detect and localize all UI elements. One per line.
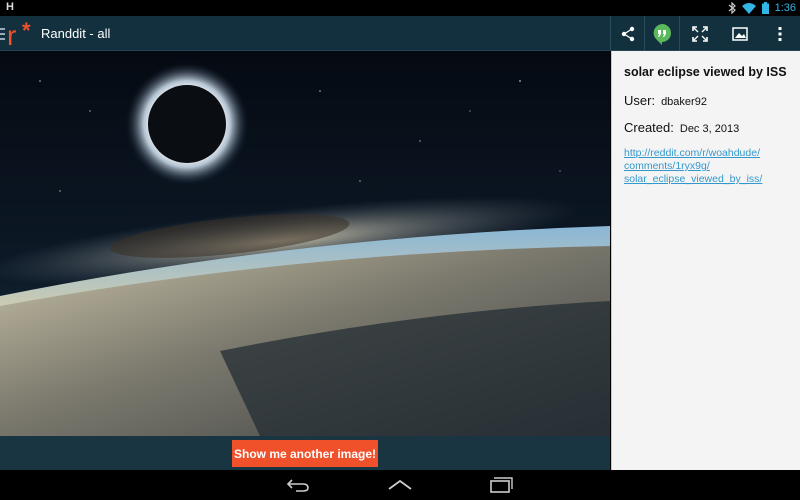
share-button[interactable] [610,16,644,51]
svg-text:*: * [22,18,31,43]
action-bar: r * Randdit - all [0,16,800,51]
home-icon [388,479,412,490]
user-value: dbaker92 [661,96,707,108]
app-title: Randdit - all [41,26,111,41]
recents-button[interactable] [481,470,521,500]
user-row: User: dbaker92 [624,93,800,108]
eclipse-photo[interactable] [0,51,610,436]
overflow-menu-button[interactable] [768,16,792,51]
bluetooth-icon [728,2,736,14]
share-icon [621,26,634,41]
user-label: User: [624,93,656,108]
fullscreen-icon [692,25,708,42]
created-row: Created: Dec 3, 2013 [624,120,800,135]
wifi-icon [741,2,756,14]
app-logo[interactable]: r * [0,16,40,51]
back-button[interactable] [278,470,318,500]
post-link-line-3: solar_eclipse_viewed_by_iss/ [624,173,763,185]
post-link-line-2: comments/1ryx9g/ [624,160,710,172]
post-link[interactable]: http://reddit.com/r/woahdude/ comments/1… [624,147,800,186]
post-info-panel: solar eclipse viewed by ISS User: dbaker… [611,51,800,470]
post-title: solar eclipse viewed by ISS [624,65,787,79]
created-label: Created: [624,120,674,135]
fullscreen-button[interactable] [686,16,714,51]
post-link-line-1: http://reddit.com/r/woahdude/ [624,147,760,159]
gallery-icon [732,26,748,41]
svg-text:r: r [7,20,16,51]
created-value: Dec 3, 2013 [679,123,740,135]
home-button[interactable] [380,470,420,500]
hangouts-button[interactable] [644,16,680,51]
system-nav-bar [0,470,800,500]
image-viewer [0,51,610,470]
battery-icon [761,2,769,14]
overflow-menu-icon [778,26,782,41]
recents-icon [490,477,513,493]
show-another-image-button[interactable]: Show me another image! [232,440,378,467]
hangouts-icon [653,23,671,45]
status-bar: H 1:36 [0,0,800,16]
notification-icon: H [6,1,14,13]
clock: 1:36 [774,2,796,14]
gallery-button[interactable] [726,16,754,51]
back-icon [286,479,309,492]
